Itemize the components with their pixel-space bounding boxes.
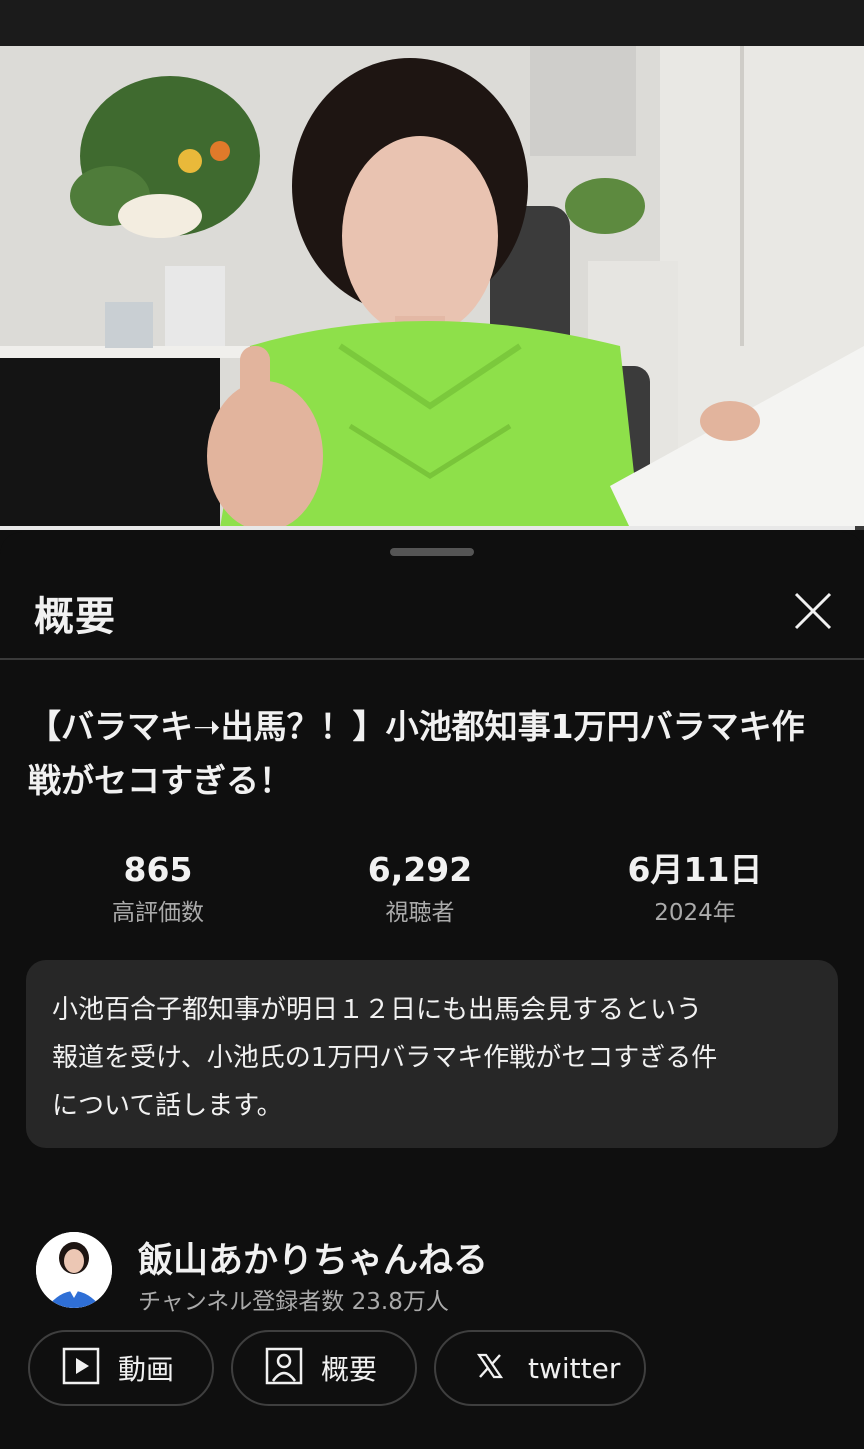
video-title: 【バラマキ➝出馬？！】小池都知事1万円バラマキ作戦がセコすぎる！	[28, 707, 805, 800]
channel-row[interactable]: 飯山あかりちゃんねる チャンネル登録者数 23.8万人	[36, 1232, 836, 1315]
channel-avatar[interactable]	[36, 1232, 112, 1308]
video-progress-bar[interactable]	[0, 526, 864, 530]
divider	[0, 658, 864, 660]
panel-title: 概要	[34, 594, 116, 640]
description-text: 小池百合子都知事が明日１２日にも出馬会見するという 報道を受け、小池氏の1万円バ…	[52, 995, 718, 1121]
description-panel: 概要 【バラマキ➝出馬？！】小池都知事1万円バラマキ作戦がセコすぎる！ 865 …	[0, 532, 864, 1449]
about-button[interactable]: 概要	[231, 1330, 417, 1406]
twitter-link-label: twitter	[528, 1351, 621, 1385]
videos-button-label: 動画	[118, 1353, 175, 1386]
drag-handle[interactable]	[390, 548, 474, 556]
publish-date: 6月11日	[627, 850, 763, 889]
videos-button[interactable]: 動画	[28, 1330, 214, 1406]
play-square-icon	[62, 1347, 100, 1389]
video-player[interactable]	[0, 46, 864, 528]
about-button-label: 概要	[321, 1353, 378, 1386]
views-label: 視聴者	[385, 900, 455, 926]
likes-count: 865	[123, 850, 193, 889]
twitter-link-button[interactable]: twitter	[434, 1330, 646, 1406]
views-count: 6,292	[367, 850, 473, 889]
publish-year: 2024年	[654, 900, 736, 926]
close-button[interactable]	[790, 588, 836, 634]
date-stat: 6月11日 2024年	[600, 850, 790, 930]
avatar-image	[36, 1232, 112, 1308]
likes-stat: 865 高評価数	[78, 850, 238, 930]
video-frame	[0, 46, 864, 528]
views-stat: 6,292 視聴者	[340, 850, 500, 930]
video-progress-fill	[0, 526, 856, 530]
description-card[interactable]: 小池百合子都知事が明日１２日にも出馬会見するという 報道を受け、小池氏の1万円バ…	[26, 960, 838, 1148]
channel-name[interactable]: 飯山あかりちゃんねる	[138, 1232, 488, 1283]
person-square-icon	[265, 1347, 303, 1389]
x-logo-icon	[476, 1352, 504, 1384]
status-bar	[0, 0, 864, 46]
likes-label: 高評価数	[112, 900, 204, 926]
subscriber-count: チャンネル登録者数 23.8万人	[138, 1289, 449, 1315]
close-icon	[794, 592, 832, 630]
